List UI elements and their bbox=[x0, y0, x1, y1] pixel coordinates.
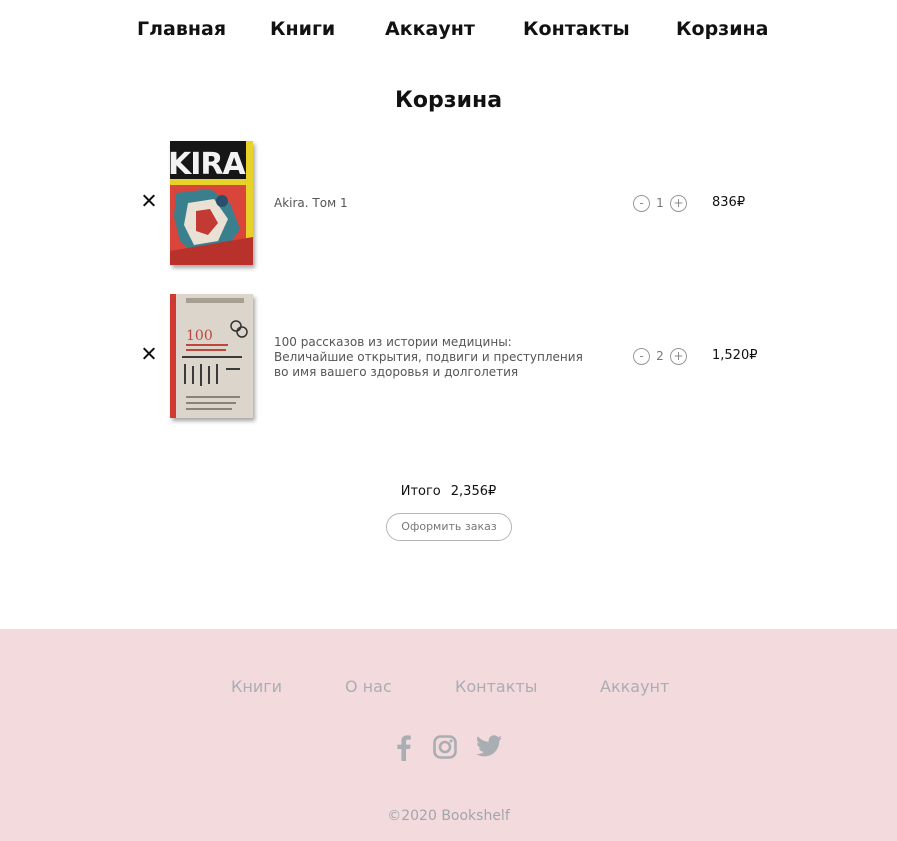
book-cover-medicine[interactable]: 100 bbox=[170, 294, 253, 418]
remove-item-icon[interactable] bbox=[140, 345, 158, 363]
cart-item: KIRA Akira. Том 1 - 1 + 836₽ bbox=[0, 141, 897, 266]
copyright: ©2020 Bookshelf bbox=[387, 808, 510, 824]
quantity-stepper: - 1 + bbox=[633, 194, 687, 212]
item-title: Akira. Том 1 bbox=[274, 196, 348, 210]
item-price: 1,520₽ bbox=[712, 348, 758, 363]
nav-cart[interactable]: Корзина bbox=[676, 18, 769, 40]
footer-link-about[interactable]: О нас bbox=[345, 677, 392, 696]
quantity-value: 1 bbox=[656, 196, 664, 210]
instagram-icon[interactable] bbox=[433, 735, 457, 761]
cart-total: Итого 2,356₽ bbox=[0, 484, 897, 499]
total-value: 2,356₽ bbox=[450, 484, 497, 499]
footer-link-contacts[interactable]: Контакты bbox=[455, 677, 537, 696]
svg-text:100: 100 bbox=[186, 328, 213, 344]
increase-quantity-button[interactable]: + bbox=[670, 347, 687, 365]
svg-text:KIRA: KIRA bbox=[170, 147, 247, 182]
main-nav: Главная Книги Аккаунт Контакты Корзина bbox=[0, 18, 897, 50]
footer-link-account[interactable]: Аккаунт bbox=[600, 677, 669, 696]
item-price: 836₽ bbox=[712, 195, 746, 210]
twitter-icon[interactable] bbox=[476, 735, 502, 761]
remove-item-icon[interactable] bbox=[140, 192, 158, 210]
nav-contacts[interactable]: Контакты bbox=[523, 18, 630, 40]
footer: Книги О нас Контакты Аккаунт ©2020 Books… bbox=[0, 629, 897, 841]
quantity-stepper: - 2 + bbox=[633, 347, 687, 365]
total-label: Итого bbox=[400, 484, 441, 499]
decrease-quantity-button[interactable]: - bbox=[633, 194, 650, 212]
cart-item: 100 100 рассказов из истории медицины: В… bbox=[0, 294, 897, 419]
facebook-icon[interactable] bbox=[396, 735, 412, 761]
nav-home[interactable]: Главная bbox=[137, 18, 226, 40]
book-cover-akira[interactable]: KIRA bbox=[170, 141, 253, 265]
nav-books[interactable]: Книги bbox=[270, 18, 335, 40]
nav-account[interactable]: Аккаунт bbox=[385, 18, 475, 40]
increase-quantity-button[interactable]: + bbox=[670, 194, 687, 212]
item-title: 100 рассказов из истории медицины: Велич… bbox=[274, 335, 583, 379]
footer-link-books[interactable]: Книги bbox=[231, 677, 282, 696]
page-title: Корзина bbox=[394, 88, 503, 113]
checkout-button[interactable]: Оформить заказ bbox=[386, 513, 512, 541]
decrease-quantity-button[interactable]: - bbox=[633, 347, 650, 365]
quantity-value: 2 bbox=[656, 349, 664, 363]
